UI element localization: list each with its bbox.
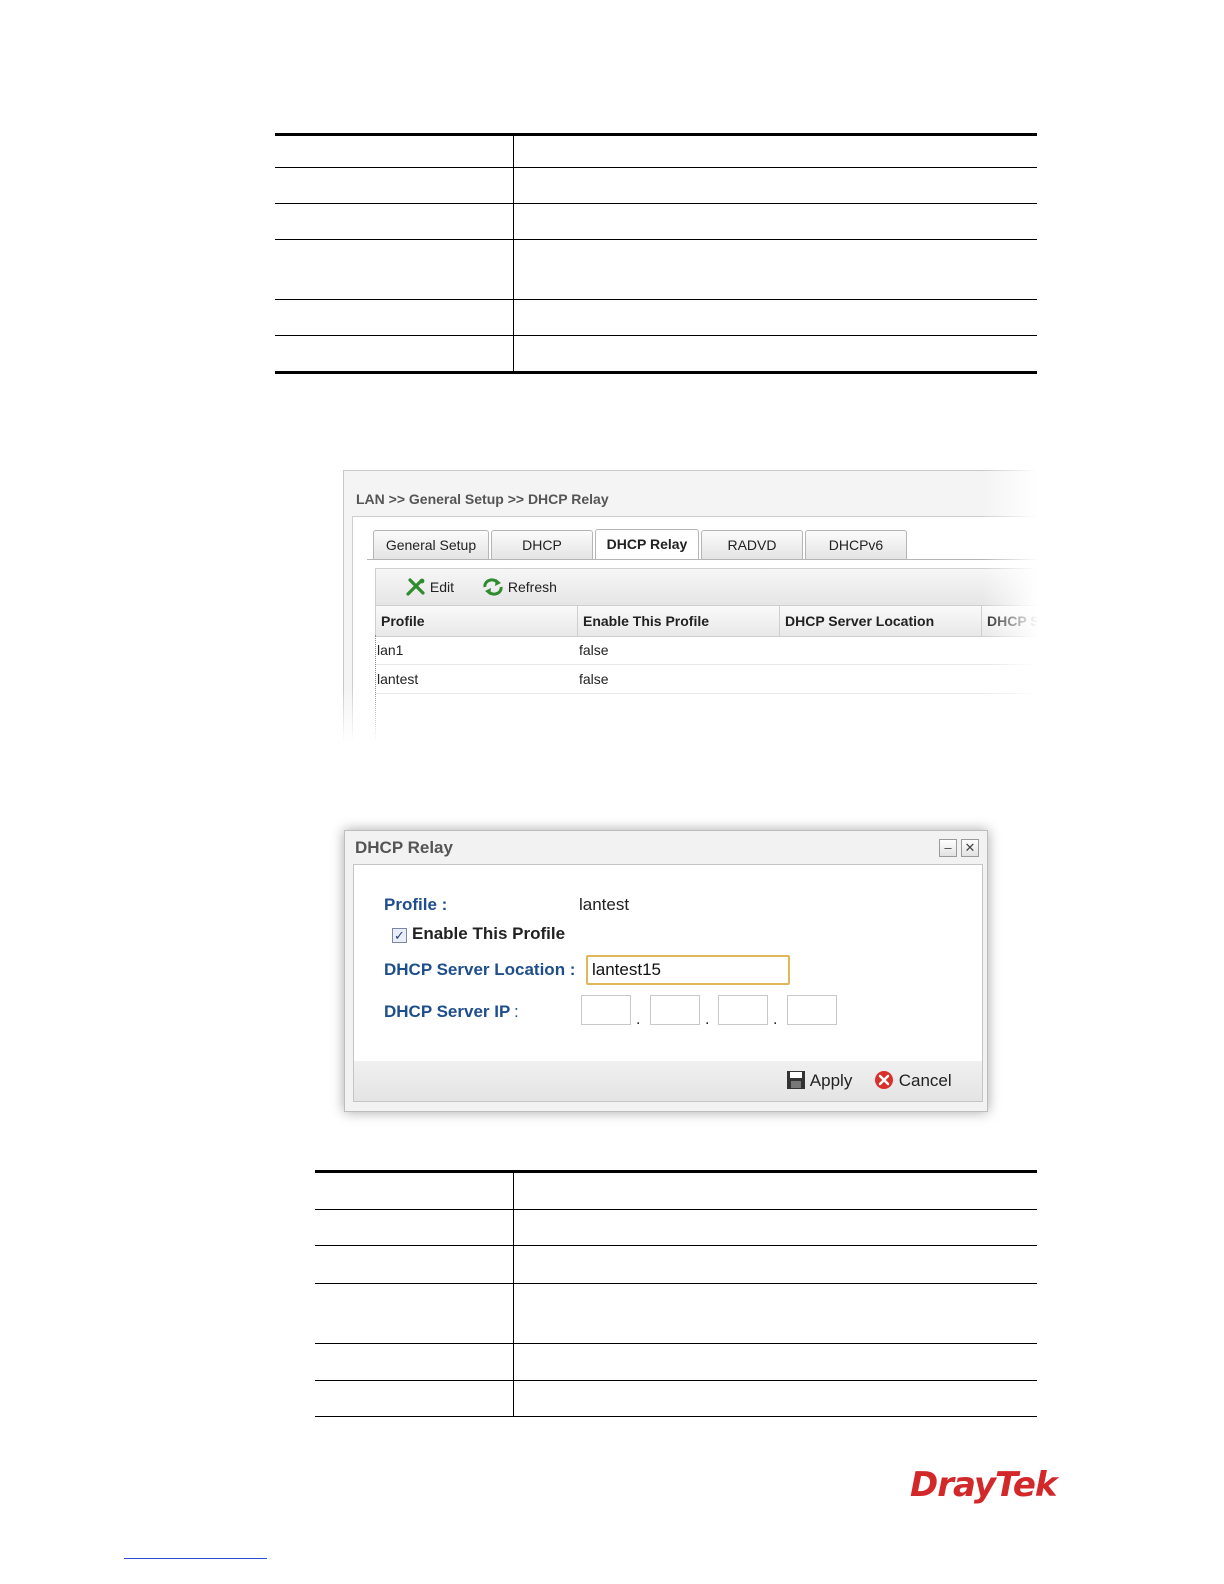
ip-octet-3-input[interactable] bbox=[718, 995, 768, 1025]
enable-cell: false bbox=[579, 642, 609, 658]
ip-octet-4-input[interactable] bbox=[787, 995, 837, 1025]
server-ip-label: DHCP Server IP bbox=[384, 1002, 511, 1021]
table-row bbox=[275, 239, 1037, 300]
dialog-body: Profile : lantest ✓ Enable This Profile … bbox=[353, 864, 983, 1062]
dialog-title: DHCP Relay bbox=[355, 838, 453, 857]
profile-value: lantest bbox=[579, 895, 630, 914]
table-row bbox=[275, 299, 1037, 336]
close-button[interactable]: ✕ bbox=[961, 839, 979, 857]
apply-label: Apply bbox=[809, 1071, 853, 1090]
close-icon: ✕ bbox=[964, 840, 976, 855]
table-row[interactable]: lan1 false bbox=[375, 636, 1038, 665]
edit-button[interactable]: Edit bbox=[406, 578, 454, 596]
tab-dhcp-relay[interactable]: DHCP Relay bbox=[595, 529, 699, 560]
tab-radvd[interactable]: RADVD bbox=[701, 530, 803, 559]
minimize-icon: – bbox=[944, 840, 952, 855]
table-row[interactable]: lantest false bbox=[375, 665, 1038, 694]
tab-general-setup[interactable]: General Setup bbox=[373, 530, 489, 559]
tab-divider bbox=[367, 559, 1038, 560]
table-row bbox=[315, 1380, 1037, 1417]
enable-label: Enable This Profile bbox=[412, 924, 566, 943]
table-row bbox=[315, 1245, 1037, 1284]
refresh-button[interactable]: Refresh bbox=[482, 578, 557, 596]
relay-panel: General Setup DHCP DHCP Relay RADVD DHCP… bbox=[352, 516, 1038, 742]
top-table bbox=[275, 133, 1037, 374]
table-row bbox=[275, 133, 1037, 168]
table-row bbox=[275, 335, 1037, 374]
server-ip-colon: : bbox=[514, 1002, 519, 1021]
profile-cell: lan1 bbox=[377, 642, 404, 658]
save-icon bbox=[787, 1071, 805, 1089]
table-row bbox=[275, 167, 1037, 204]
bottom-table bbox=[315, 1170, 1037, 1417]
grid-left-border bbox=[375, 635, 376, 742]
column-header-profile[interactable]: Profile bbox=[376, 606, 578, 636]
table-row bbox=[275, 203, 1037, 240]
footer-rule bbox=[124, 1558, 267, 1559]
table-row bbox=[315, 1283, 1037, 1344]
apply-button[interactable]: Apply bbox=[786, 1070, 852, 1091]
ip-octet-1-input[interactable] bbox=[581, 995, 631, 1025]
ip-dot: . bbox=[636, 1011, 641, 1028]
refresh-icon bbox=[483, 578, 503, 596]
table-row bbox=[315, 1343, 1037, 1381]
location-input[interactable]: lantest15 bbox=[586, 955, 790, 985]
minimize-button[interactable]: – bbox=[939, 839, 957, 857]
column-header-server[interactable]: DHCP S bbox=[982, 606, 1038, 636]
dhcp-relay-dialog: DHCP Relay – ✕ Profile : lantest ✓ Enabl… bbox=[344, 830, 988, 1112]
cancel-button[interactable]: Cancel bbox=[874, 1070, 952, 1091]
tab-dhcpv6[interactable]: DHCPv6 bbox=[805, 530, 907, 559]
edit-icon bbox=[406, 578, 425, 596]
breadcrumb: LAN >> General Setup >> DHCP Relay bbox=[356, 491, 609, 507]
toolbar: Edit Refresh bbox=[375, 568, 1038, 606]
ip-dot: . bbox=[705, 1011, 710, 1028]
column-header-enable[interactable]: Enable This Profile bbox=[578, 606, 780, 636]
grid-header: Profile Enable This Profile DHCP Server … bbox=[375, 605, 1038, 637]
profile-cell: lantest bbox=[377, 671, 419, 687]
ip-dot: . bbox=[773, 1011, 778, 1028]
refresh-label: Refresh bbox=[507, 579, 557, 595]
dialog-footer: Apply Cancel bbox=[353, 1061, 983, 1102]
enable-cell: false bbox=[579, 671, 609, 687]
tab-dhcp[interactable]: DHCP bbox=[491, 530, 593, 559]
enable-checkbox[interactable]: ✓ bbox=[392, 928, 407, 943]
table-row bbox=[315, 1209, 1037, 1246]
table-row bbox=[315, 1170, 1037, 1210]
relay-list-screenshot: LAN >> General Setup >> DHCP Relay Gener… bbox=[343, 470, 1038, 742]
cancel-label: Cancel bbox=[898, 1071, 952, 1090]
location-label: DHCP Server Location : bbox=[384, 960, 576, 979]
profile-label: Profile : bbox=[384, 895, 448, 914]
ip-octet-2-input[interactable] bbox=[650, 995, 700, 1025]
cancel-icon bbox=[875, 1071, 893, 1089]
column-header-location[interactable]: DHCP Server Location bbox=[780, 606, 982, 636]
draytek-logo: DrayTek bbox=[910, 1465, 1058, 1505]
edit-label: Edit bbox=[429, 579, 455, 595]
